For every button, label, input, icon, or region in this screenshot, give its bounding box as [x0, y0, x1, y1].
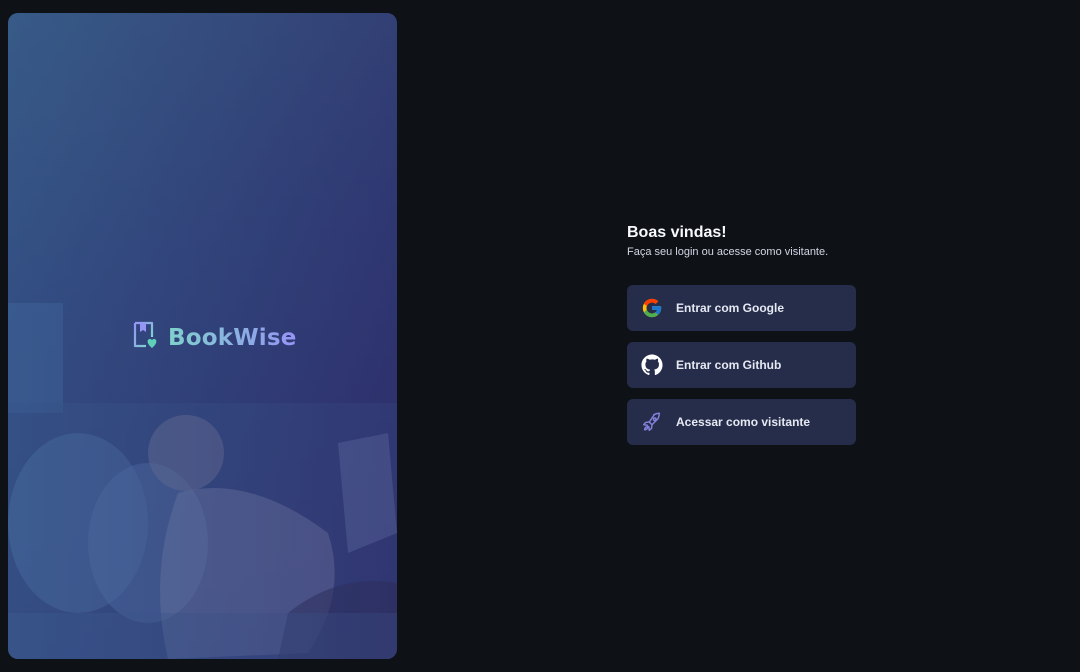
guest-access-label: Acessar como visitante: [676, 415, 811, 429]
welcome-title: Boas vindas!: [627, 224, 727, 241]
guest-access-button[interactable]: Acessar como visitante: [627, 399, 856, 445]
brand-name: BookWise: [168, 324, 297, 351]
google-login-label: Entrar com Google: [676, 301, 785, 315]
hero-image-panel: BookWise: [8, 13, 397, 659]
app-window: BookWise Boas vindas! Faça seu login ou …: [0, 0, 1080, 672]
github-login-label: Entrar com Github: [676, 358, 782, 372]
welcome-subtitle: Faça seu login ou acesse como visitante.: [627, 246, 829, 258]
rocket-icon: [641, 411, 663, 433]
google-login-button[interactable]: Entrar com Google: [627, 285, 856, 331]
brand-logo: BookWise: [132, 321, 297, 354]
login-section: Boas vindas! Faça seu login ou acesse co…: [627, 224, 856, 445]
login-options: Entrar com Google Entrar com Github Aces…: [627, 285, 856, 445]
book-heart-icon: [132, 321, 158, 354]
github-login-button[interactable]: Entrar com Github: [627, 342, 856, 388]
google-icon: [641, 297, 663, 319]
github-icon: [641, 354, 663, 376]
